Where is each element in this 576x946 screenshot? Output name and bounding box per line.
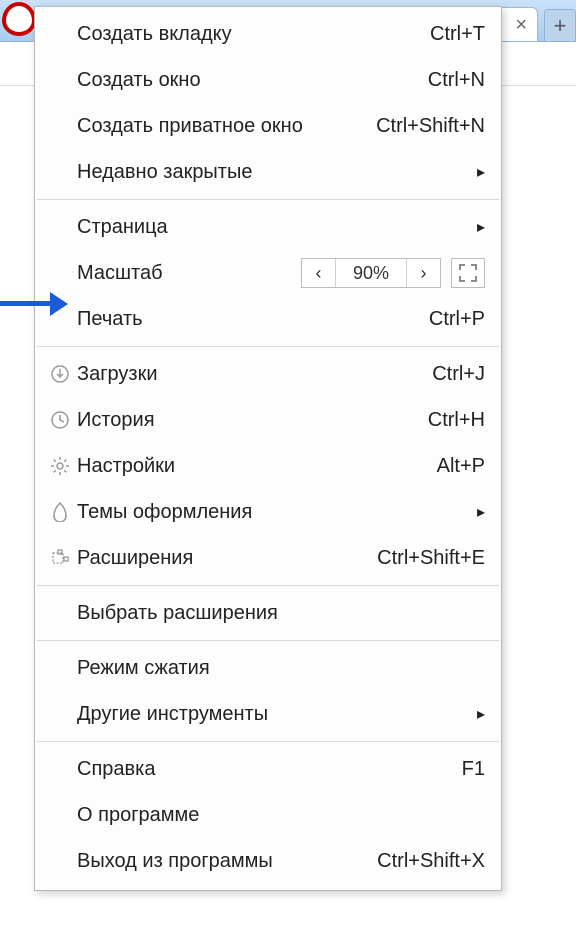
label-more-tools: Другие инструменты [77, 703, 268, 726]
shortcut-extensions: Ctrl+Shift+E [377, 547, 485, 570]
menu-new-tab[interactable]: Создать вкладку Ctrl+T [35, 11, 501, 57]
menu-new-window[interactable]: Создать окно Ctrl+N [35, 57, 501, 103]
menu-themes[interactable]: Темы оформления ▸ [35, 489, 501, 535]
opera-main-menu: Создать вкладку Ctrl+T Создать окно Ctrl… [34, 6, 502, 891]
menu-history[interactable]: История Ctrl+H [35, 397, 501, 443]
browser-window: Opera Я Яндекс × + Создать вкладку Ctrl+… [0, 0, 576, 946]
blank-icon [45, 65, 75, 95]
shortcut-downloads: Ctrl+J [432, 363, 485, 386]
opera-icon [2, 2, 36, 36]
blank-icon [45, 111, 75, 141]
menu-zoom: Масштаб ‹ 90% › [35, 250, 501, 296]
zoom-value: 90% [336, 259, 406, 287]
shortcut-help: F1 [462, 758, 485, 781]
shortcut-new-private: Ctrl+Shift+N [376, 115, 485, 138]
menu-about[interactable]: О программе [35, 792, 501, 838]
chevron-right-icon: ▸ [471, 502, 485, 522]
label-themes: Темы оформления [77, 501, 252, 524]
menu-exit[interactable]: Выход из программы Ctrl+Shift+X [35, 838, 501, 884]
blank-icon [45, 258, 75, 288]
blank-icon [45, 19, 75, 49]
menu-separator [37, 741, 499, 742]
fullscreen-icon [459, 264, 477, 282]
blank-icon [45, 800, 75, 830]
shortcut-settings: Alt+P [437, 455, 485, 478]
menu-more-tools[interactable]: Другие инструменты ▸ [35, 691, 501, 737]
zoom-out-button[interactable]: ‹ [302, 259, 336, 287]
new-tab-button[interactable]: + [544, 9, 576, 41]
menu-separator [37, 640, 499, 641]
shortcut-new-tab: Ctrl+T [430, 23, 485, 46]
theme-icon [45, 497, 75, 527]
arrow-annotation [0, 288, 66, 318]
menu-separator [37, 199, 499, 200]
menu-page[interactable]: Страница ▸ [35, 204, 501, 250]
label-new-tab: Создать вкладку [77, 23, 232, 46]
shortcut-exit: Ctrl+Shift+X [377, 850, 485, 873]
blank-icon [45, 699, 75, 729]
menu-new-private[interactable]: Создать приватное окно Ctrl+Shift+N [35, 103, 501, 149]
zoom-in-button[interactable]: › [406, 259, 440, 287]
blank-icon [45, 212, 75, 242]
shortcut-new-window: Ctrl+N [428, 69, 485, 92]
chevron-right-icon: ▸ [471, 704, 485, 724]
label-settings: Настройки [77, 455, 175, 478]
menu-downloads[interactable]: Загрузки Ctrl+J [35, 351, 501, 397]
menu-help[interactable]: Справка F1 [35, 746, 501, 792]
menu-print[interactable]: Печать Ctrl+P [35, 296, 501, 342]
history-icon [45, 405, 75, 435]
label-exit: Выход из программы [77, 850, 273, 873]
close-icon[interactable]: × [515, 14, 527, 37]
menu-separator [37, 346, 499, 347]
menu-recently-closed[interactable]: Недавно закрытые ▸ [35, 149, 501, 195]
blank-icon [45, 846, 75, 876]
label-about: О программе [77, 804, 199, 827]
label-help: Справка [77, 758, 155, 781]
download-icon [45, 359, 75, 389]
blank-icon [45, 754, 75, 784]
label-extensions: Расширения [77, 547, 193, 570]
menu-settings[interactable]: Настройки Alt+P [35, 443, 501, 489]
blank-icon [45, 157, 75, 187]
label-get-extensions: Выбрать расширения [77, 602, 278, 625]
label-downloads: Загрузки [77, 363, 158, 386]
label-history: История [77, 409, 155, 432]
menu-turbo[interactable]: Режим сжатия [35, 645, 501, 691]
zoom-stepper: ‹ 90% › [301, 258, 441, 288]
label-print: Печать [77, 308, 143, 331]
label-new-private: Создать приватное окно [77, 115, 303, 138]
extension-icon [45, 543, 75, 573]
gear-icon [45, 451, 75, 481]
menu-get-extensions[interactable]: Выбрать расширения [35, 590, 501, 636]
blank-icon [45, 598, 75, 628]
chevron-right-icon: ▸ [471, 217, 485, 237]
fullscreen-button[interactable] [451, 258, 485, 288]
label-zoom: Масштаб [77, 262, 163, 285]
label-page: Страница [77, 216, 168, 239]
shortcut-print: Ctrl+P [429, 308, 485, 331]
label-recent: Недавно закрытые [77, 161, 252, 184]
shortcut-history: Ctrl+H [428, 409, 485, 432]
label-turbo: Режим сжатия [77, 657, 210, 680]
menu-extensions[interactable]: Расширения Ctrl+Shift+E [35, 535, 501, 581]
chevron-right-icon: ▸ [471, 162, 485, 182]
zoom-controls: ‹ 90% › [301, 258, 485, 288]
blank-icon [45, 653, 75, 683]
label-new-window: Создать окно [77, 69, 201, 92]
menu-separator [37, 585, 499, 586]
